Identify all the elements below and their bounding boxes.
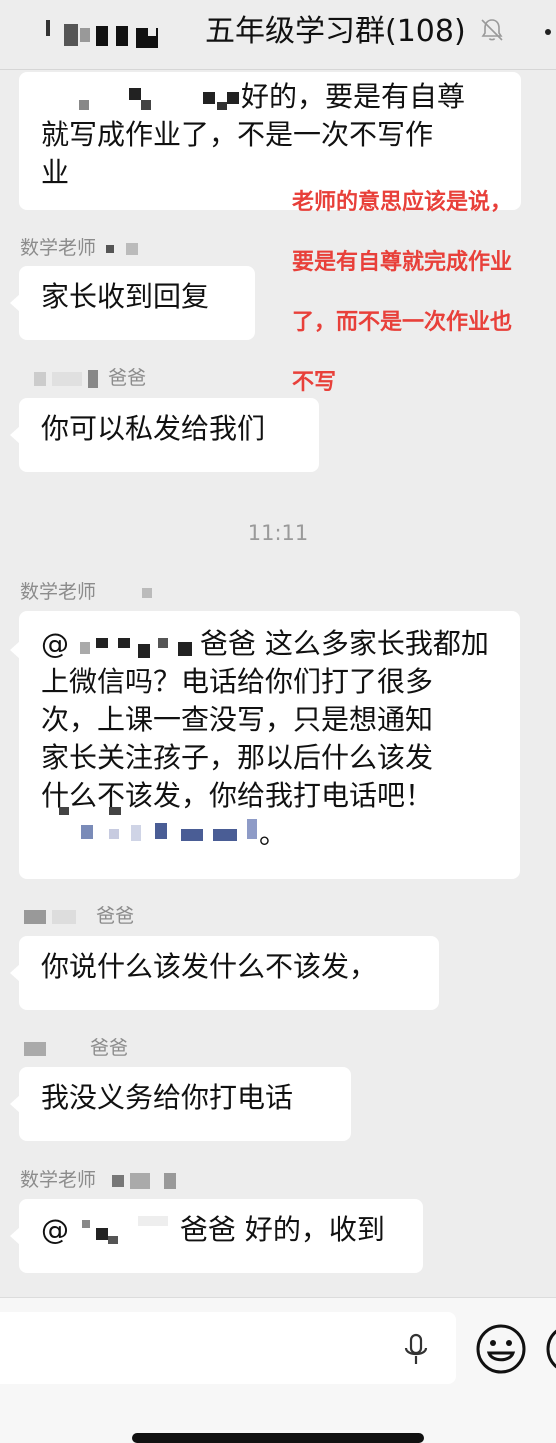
mention-name: 爸爸 (179, 1213, 236, 1246)
redacted-mosaic (64, 24, 78, 46)
more-icon[interactable] (540, 20, 556, 44)
redacted-mosaic (24, 1041, 46, 1056)
message-line: 。 (41, 807, 498, 853)
redacted-mention (78, 630, 200, 660)
redacted-mosaic (24, 909, 46, 924)
bubble-tail (10, 426, 20, 444)
redacted-mosaic (52, 371, 83, 386)
redacted-mosaic (79, 100, 89, 110)
redacted-mosaic (80, 28, 90, 42)
back-arrow-icon (46, 20, 50, 36)
redacted-mosaic (88, 369, 99, 388)
message-text: 我没义务给你打电话 (41, 1081, 294, 1114)
redacted-mosaic (213, 829, 237, 841)
redacted-mosaic (109, 807, 121, 815)
redacted-mosaic (106, 244, 115, 253)
message-text: 家长关注孩子，那以后什么该发 (41, 741, 434, 774)
input-bar (0, 1297, 556, 1443)
message-text: 你可以私发给我们 (41, 412, 266, 445)
sender-name: 爸爸 (34, 366, 146, 390)
redacted-mosaic (142, 587, 153, 598)
sender-label: 数学老师 (20, 237, 97, 259)
message-text: 次，上课一查没写，只是想通知 (41, 703, 434, 736)
sender-label: 爸爸 (108, 367, 147, 389)
chat-header: 五年级学习群(108) (0, 0, 556, 70)
sender-name: 爸爸 (24, 1036, 128, 1060)
sender-label: 数学老师 (20, 1169, 97, 1191)
back-button[interactable] (30, 14, 170, 58)
plus-icon[interactable] (544, 1322, 556, 1376)
message-bubble[interactable]: 你可以私发给我们 (10, 398, 319, 472)
redacted-mosaic (130, 1172, 151, 1189)
redacted-mosaic (148, 28, 156, 36)
annotation-line: 了，而不是一次作业也 (292, 310, 513, 335)
redacted-mosaic (181, 829, 203, 841)
bubble-tail (10, 294, 20, 312)
message-bubble[interactable]: @ 爸爸 好的，收到 (10, 1199, 423, 1273)
home-indicator (132, 1433, 424, 1443)
chat-screen: 五年级学习群(108) 好的，要是有自尊 就写成作业了，不是一次不写作 业 老师… (0, 0, 556, 1443)
message-text: 好的，收到 (235, 1213, 385, 1246)
chat-title[interactable]: 五年级学习群(108) (205, 12, 466, 52)
redacted-mosaic (34, 371, 46, 386)
annotation-line: 要是有自尊就完成作业 (292, 250, 513, 275)
bubble-tail (10, 641, 20, 659)
redacted-mosaic (112, 1174, 125, 1187)
redacted-mosaic (155, 823, 167, 839)
redacted-mosaic (116, 26, 128, 46)
message-text: 。 (259, 817, 288, 850)
annotation-line: 老师的意思应该是说， (292, 190, 513, 215)
message-text: 这么多家长我都加 (255, 627, 489, 660)
redacted-mosaic (59, 807, 69, 815)
bubble-tail (10, 1227, 20, 1245)
message-text: 你说什么该发什么不该发， (41, 950, 378, 983)
mention-at: @ (41, 1213, 69, 1246)
message-text: 家长收到回复 (41, 280, 210, 313)
sender-name: 爸爸 (24, 904, 134, 928)
message-bubble[interactable]: 家长收到回复 (10, 266, 255, 340)
sender-label: 爸爸 (96, 905, 135, 927)
redacted-mosaic (96, 26, 108, 46)
sender-label: 数学老师 (20, 581, 97, 603)
emoji-icon[interactable] (474, 1322, 528, 1376)
redacted-mosaic (126, 242, 139, 255)
mention-at: @ (41, 627, 69, 660)
message-text: 好的，要是有自尊 (241, 80, 466, 113)
message-bubble[interactable]: 我没义务给你打电话 (10, 1067, 351, 1141)
annotation-line: 不写 (292, 370, 337, 395)
redacted-mosaic (129, 88, 141, 100)
bubble-tail (10, 1095, 20, 1113)
sender-name: 数学老师 (20, 580, 153, 604)
message-input[interactable] (0, 1312, 456, 1384)
bubble-tail (10, 964, 20, 982)
mention-name: 爸爸 (199, 627, 256, 660)
annotation-text: 老师的意思应该是说， 要是有自尊就完成作业 了，而不是一次作业也 不写 (292, 158, 556, 428)
message-bubble[interactable]: 你说什么该发什么不该发， (10, 936, 439, 1010)
microphone-icon[interactable] (400, 1332, 432, 1368)
message-bubble[interactable]: @ 爸爸 这么多家长我都加 上微信吗？电话给你们打了很多 次，上课一查没写，只是… (10, 611, 520, 879)
message-line: 好的，要是有自尊 (41, 78, 499, 116)
redacted-mosaic (203, 92, 215, 104)
redacted-mosaic (217, 102, 227, 110)
redacted-mosaic (52, 909, 77, 924)
redacted-mosaic (141, 100, 151, 110)
sender-name: 数学老师 (20, 236, 139, 260)
redacted-mosaic (131, 825, 141, 841)
message-text: 上微信吗？电话给你们打了很多 (41, 665, 434, 698)
chat-timestamp: 11:11 (247, 521, 309, 545)
sender-name: 数学老师 (20, 1168, 177, 1192)
redacted-mosaic (81, 825, 93, 839)
sender-label: 爸爸 (90, 1037, 129, 1059)
redacted-mosaic (247, 819, 257, 839)
redacted-mosaic (164, 1172, 177, 1189)
redacted-mosaic (109, 829, 119, 839)
message-line: @ 爸爸 这么多家长我都加 (41, 625, 498, 663)
bell-muted-icon (481, 19, 503, 41)
message-text: 就写成作业了，不是一次不写作 (41, 118, 434, 151)
redacted-mention (78, 1216, 180, 1246)
redacted-mosaic (227, 92, 239, 104)
